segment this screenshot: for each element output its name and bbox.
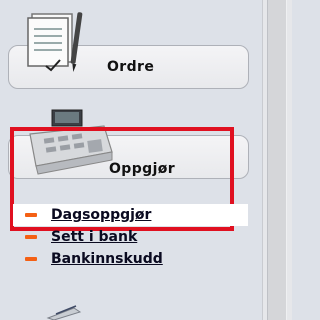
navigation-panel: Ordre Oppgjør Dagsoppgjør Sett i bank Ba…	[0, 0, 262, 320]
document-pen-icon	[27, 12, 83, 72]
submenu-item-sett-i-bank[interactable]: Sett i bank	[13, 226, 248, 248]
submenu-label[interactable]: Dagsoppgjør	[51, 207, 151, 223]
vertical-scrollbar[interactable]	[262, 0, 292, 320]
scrollbar-track[interactable]	[267, 0, 287, 320]
submenu-label[interactable]: Bankinnskudd	[51, 251, 163, 267]
submenu-item-dagsoppgjor[interactable]: Dagsoppgjør	[13, 204, 248, 226]
ordre-label: Ordre	[107, 59, 155, 75]
bullet-dash-icon	[25, 257, 37, 261]
bullet-dash-icon	[25, 235, 37, 239]
oppgjor-submenu: Dagsoppgjør Sett i bank Bankinnskudd	[13, 204, 248, 270]
submenu-item-bankinnskudd[interactable]: Bankinnskudd	[13, 248, 248, 270]
bullet-dash-icon	[25, 213, 37, 217]
next-tile-icon	[46, 305, 82, 320]
submenu-label[interactable]: Sett i bank	[51, 229, 137, 245]
